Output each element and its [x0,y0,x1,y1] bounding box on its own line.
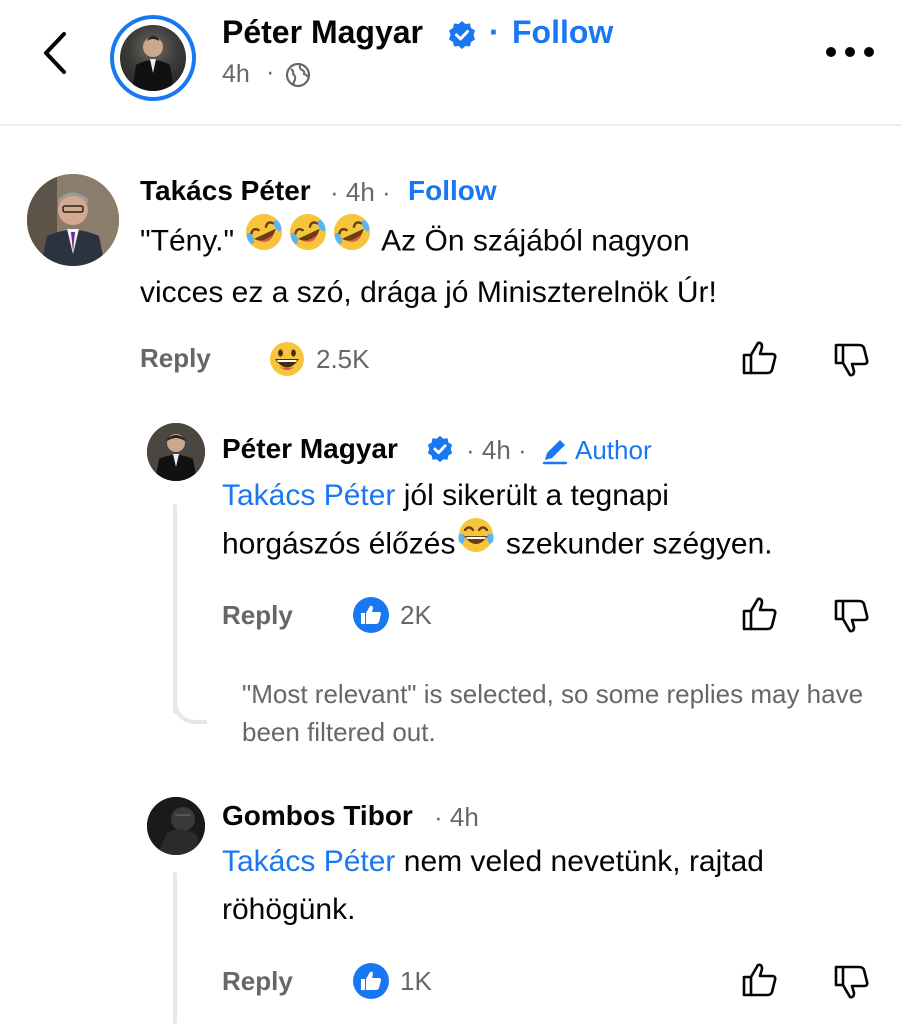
tears-of-joy-emoji [455,514,497,571]
commenter-name[interactable]: Takács Péter [140,175,311,207]
comment-meta: · 4h · [330,177,391,207]
more-icon [826,47,836,57]
reply-author-avatar[interactable] [147,423,205,481]
verified-badge-icon [449,21,475,49]
reply-text: Takács Péter nem veled nevetünk, rajtad … [222,845,764,926]
commenter-avatar[interactable] [27,174,119,266]
author-badge: Author [575,435,652,465]
reply-author-avatar[interactable] [147,797,205,855]
reaction-summary[interactable]: 2K [352,594,452,636]
rolling-laughing-emoji [286,210,330,269]
like-reaction-icon [353,963,389,999]
reply-meta: · 4h [434,802,479,832]
follow-commenter-button[interactable]: Follow [408,175,497,207]
thread-line [173,872,177,1024]
author-name[interactable]: Péter Magyar [222,14,423,51]
thumbs-up-icon [742,597,777,631]
author-avatar-image [120,25,186,91]
dislike-button[interactable] [832,962,872,1002]
like-button[interactable] [740,338,780,378]
verified-badge-icon [427,435,453,463]
back-button[interactable] [34,28,78,78]
mention-link[interactable]: Takács Péter [222,479,395,512]
comment-text: "Tény." Az Ön szájából nagyon vicces ez … [140,214,860,317]
reply-text: Takács Péter jól sikerült a tegnapi horg… [222,472,882,571]
thumbs-up-icon [742,963,777,997]
like-button[interactable] [740,960,780,1000]
thumbs-down-icon [834,343,869,377]
reply-button[interactable]: Reply [222,600,293,631]
reply-author-name[interactable]: Gombos Tibor [222,800,413,832]
reaction-count: 1K [400,966,432,996]
reaction-summary[interactable]: 1K [352,960,452,1002]
thumbs-up-icon [742,341,777,375]
filter-note: "Most relevant" is selected, so some rep… [242,679,864,747]
grinning-emoji [270,342,304,376]
reply-button[interactable]: Reply [222,966,293,997]
reply-author-name[interactable]: Péter Magyar [222,433,398,465]
reaction-count: 2K [400,600,432,630]
thread-curve [173,690,207,724]
pencil-icon [542,440,568,465]
like-reaction-icon [353,597,389,633]
header-separator: · [489,14,500,50]
dislike-button[interactable] [832,340,872,380]
mention-link[interactable]: Takács Péter [222,845,395,878]
globe-icon [285,62,311,88]
thread-line [173,504,177,714]
author-avatar[interactable] [110,15,196,101]
follow-button[interactable]: Follow [512,14,613,51]
like-button[interactable] [740,594,780,634]
more-options-button[interactable] [826,40,874,64]
post-time[interactable]: 4h [222,60,250,89]
reaction-count: 2.5K [316,344,370,374]
reply-button[interactable]: Reply [140,343,211,374]
thumbs-down-icon [834,599,869,633]
thumbs-down-icon [834,965,869,999]
back-arrow-icon [44,32,66,74]
reaction-summary[interactable]: 2.5K [268,338,388,380]
time-separator: · [266,58,275,86]
dislike-button[interactable] [832,596,872,636]
rolling-laughing-emoji [242,210,286,269]
rolling-laughing-emoji [330,210,374,269]
reply-meta: · 4h · [466,435,527,465]
post-header: Péter Magyar · Follow 4h · [0,0,901,126]
